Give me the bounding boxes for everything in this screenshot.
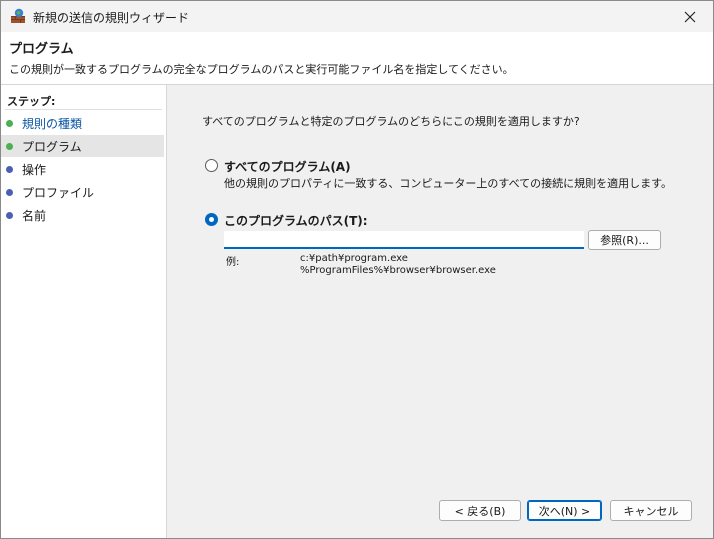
step-program[interactable]: プログラム	[1, 135, 164, 157]
step-profile: プロファイル	[1, 181, 164, 203]
step-status-icon	[6, 188, 13, 196]
example-path: %ProgramFiles%¥browser¥browser.exe	[300, 265, 496, 276]
firewall-icon	[10, 8, 26, 24]
step-status-icon	[6, 142, 13, 150]
page-description: この規則が一致するプログラムの完全なプログラムのパスと実行可能ファイル名を指定し…	[9, 63, 514, 76]
step-name: 名前	[1, 204, 164, 226]
step-status-icon	[6, 211, 13, 219]
page-header: プログラム この規則が一致するプログラムの完全なプログラムのパスと実行可能ファイ…	[1, 32, 713, 85]
question-text: すべてのプログラムと特定のプログラムのどちらにこの規則を適用しますか?	[202, 115, 580, 128]
step-label: プロファイル	[22, 185, 95, 200]
divider	[5, 109, 162, 110]
cancel-button[interactable]: キャンセル	[610, 500, 692, 521]
page-title: プログラム	[9, 42, 74, 57]
steps-label: ステップ:	[7, 95, 56, 108]
all-programs-radio[interactable]	[205, 159, 218, 172]
step-label: 操作	[22, 162, 47, 177]
step-action: 操作	[1, 158, 164, 180]
title-bar[interactable]: 新規の送信の規則ウィザード	[1, 1, 713, 32]
close-icon	[684, 11, 696, 22]
browse-button[interactable]: 参照(R)...	[588, 230, 661, 250]
wizard-window: 新規の送信の規則ウィザード プログラム この規則が一致するプログラムの完全なプロ…	[0, 0, 714, 539]
main-content: すべてのプログラムと特定のプログラムのどちらにこの規則を適用しますか? すべての…	[167, 85, 713, 538]
program-path-label[interactable]: このプログラムのパス(T):	[224, 212, 368, 229]
next-button[interactable]: 次へ(N) >	[527, 500, 602, 521]
program-path-radio[interactable]	[205, 213, 218, 226]
step-status-icon	[6, 119, 13, 127]
program-path-input[interactable]	[224, 231, 584, 249]
example-path: c:¥path¥program.exe	[300, 253, 408, 264]
close-button[interactable]	[667, 1, 713, 32]
window-title: 新規の送信の規則ウィザード	[33, 11, 190, 25]
example-label: 例:	[226, 257, 240, 268]
steps-sidebar: ステップ: 規則の種類 プログラム 操作 プロファイル 名前	[1, 85, 167, 538]
step-label: プログラム	[22, 139, 82, 154]
step-rule-type[interactable]: 規則の種類	[1, 112, 164, 134]
back-button[interactable]: < 戻る(B)	[439, 500, 521, 521]
all-programs-description: 他の規則のプロパティに一致する、コンピューター上のすべての接続に規則を適用します…	[224, 177, 673, 190]
all-programs-label[interactable]: すべてのプログラム(A)	[224, 158, 351, 175]
step-label: 名前	[22, 208, 47, 223]
step-status-icon	[6, 165, 13, 173]
step-label: 規則の種類	[22, 116, 83, 131]
